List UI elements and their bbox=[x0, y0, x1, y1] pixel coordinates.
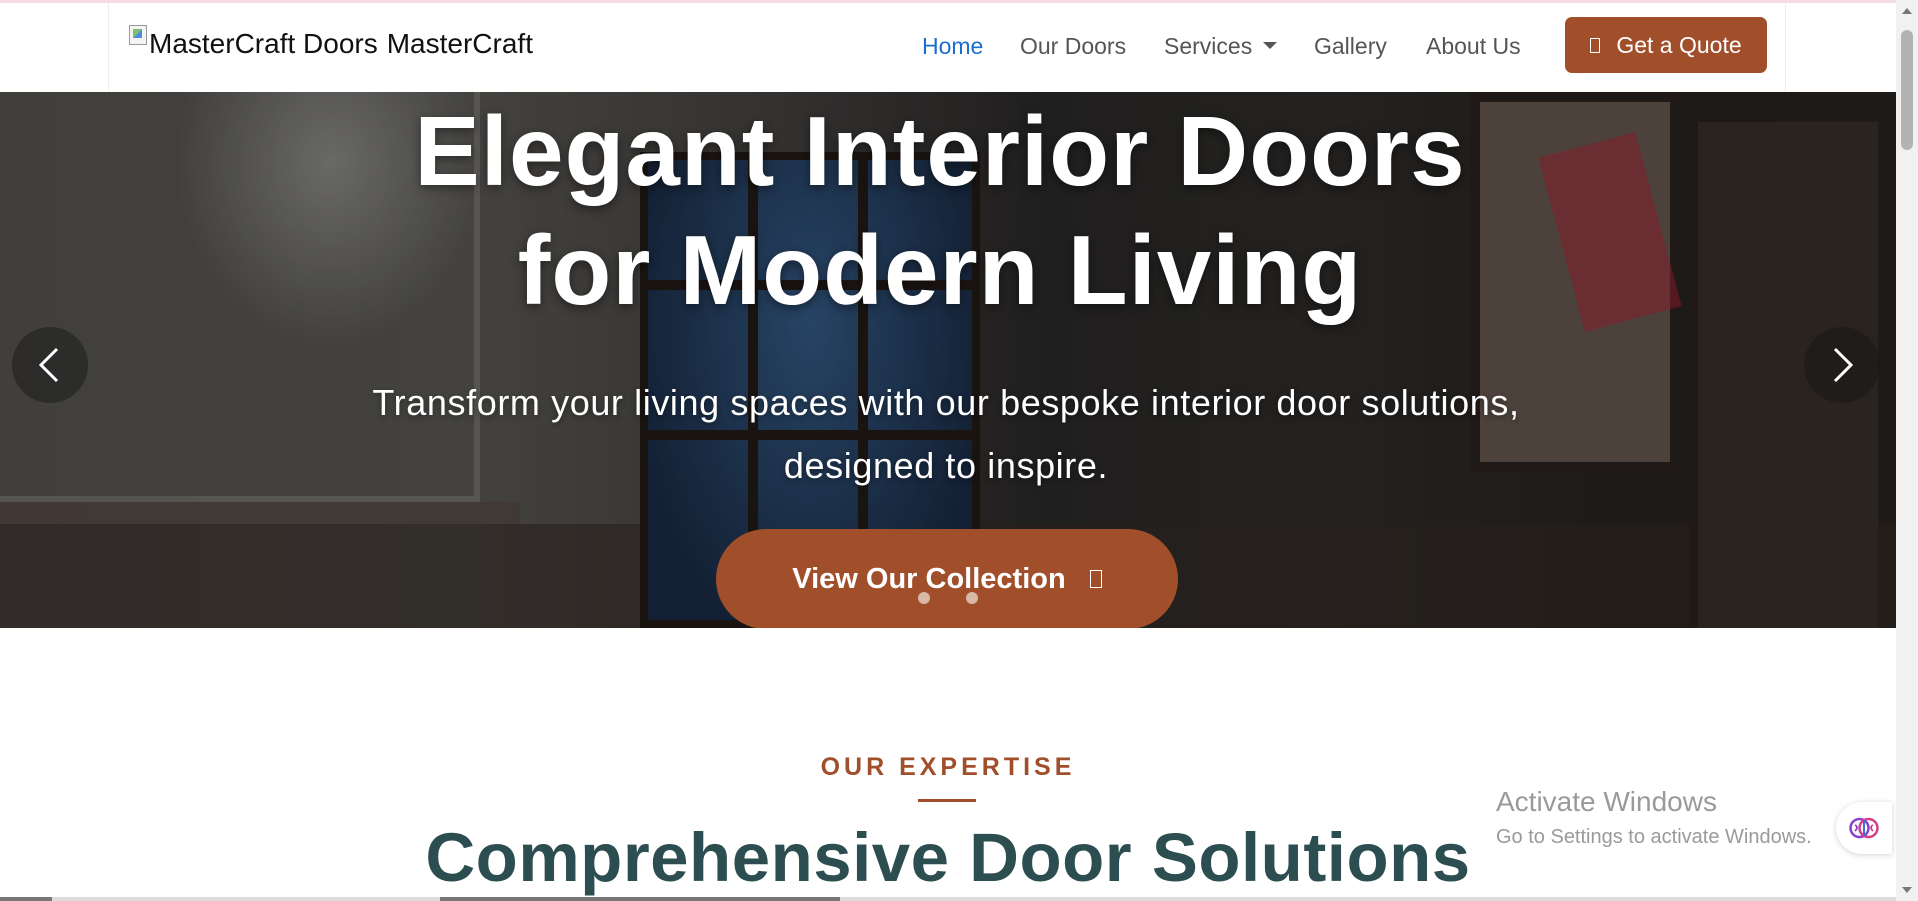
hero-title-line-1: Elegant Interior Doors bbox=[414, 96, 1466, 206]
hero-subtitle-line-1: Transform your living spaces with our be… bbox=[372, 382, 1520, 423]
scroll-up-arrow-icon[interactable] bbox=[1902, 8, 1912, 14]
arrow-right-icon bbox=[1089, 570, 1102, 588]
view-collection-label: View Our Collection bbox=[792, 562, 1066, 595]
nav-about-us[interactable]: About Us bbox=[1426, 33, 1521, 60]
bottom-strip-segment bbox=[440, 897, 840, 901]
page-scrollbar[interactable] bbox=[1896, 0, 1918, 901]
scroll-down-arrow-icon[interactable] bbox=[1902, 887, 1912, 893]
chevron-right-icon bbox=[1833, 347, 1854, 383]
brain-icon bbox=[1849, 817, 1879, 839]
hero-title-line-2: for Modern Living bbox=[517, 215, 1363, 325]
nav-services-label: Services bbox=[1164, 33, 1253, 59]
bottom-strip-segment bbox=[0, 897, 52, 901]
main-nav: Home Our Doors Services Gallery About Us bbox=[109, 3, 1785, 92]
hero-carousel: Elegant Interior Doors for Modern Living… bbox=[0, 92, 1896, 628]
nav-gallery[interactable]: Gallery bbox=[1314, 33, 1387, 60]
carousel-next-button[interactable] bbox=[1804, 327, 1880, 403]
view-collection-button[interactable]: View Our Collection bbox=[716, 529, 1178, 628]
carousel-indicator-2[interactable] bbox=[966, 592, 978, 604]
carousel-indicator-1[interactable] bbox=[918, 592, 930, 604]
eyebrow-divider bbox=[918, 799, 976, 802]
carousel-prev-button[interactable] bbox=[12, 327, 88, 403]
dropdown-caret-icon bbox=[1263, 42, 1278, 50]
hero-title: Elegant Interior Doors for Modern Living bbox=[300, 92, 1580, 330]
extension-button[interactable] bbox=[1836, 802, 1892, 854]
hero-subtitle: Transform your living spaces with our be… bbox=[340, 371, 1552, 497]
chevron-left-icon bbox=[38, 347, 59, 383]
section-eyebrow: OUR EXPERTISE bbox=[820, 753, 1076, 781]
navbar-container: MasterCraft Doors MasterCraft Home Our D… bbox=[108, 3, 1786, 92]
windows-activation-title: Activate Windows bbox=[1496, 786, 1717, 817]
get-quote-label: Get a Quote bbox=[1616, 31, 1742, 58]
hero-subtitle-line-2: designed to inspire. bbox=[783, 445, 1109, 486]
nav-home[interactable]: Home bbox=[922, 33, 983, 60]
nav-services[interactable]: Services bbox=[1164, 33, 1278, 60]
scrollbar-thumb[interactable] bbox=[1901, 30, 1913, 150]
windows-activation-subtitle: Go to Settings to activate Windows. bbox=[1496, 826, 1812, 848]
bottom-strip bbox=[0, 897, 1896, 901]
document-icon bbox=[1590, 37, 1601, 53]
navbar: MasterCraft Doors MasterCraft Home Our D… bbox=[0, 3, 1896, 92]
get-quote-button[interactable]: Get a Quote bbox=[1565, 17, 1767, 73]
nav-our-doors[interactable]: Our Doors bbox=[1020, 33, 1126, 60]
